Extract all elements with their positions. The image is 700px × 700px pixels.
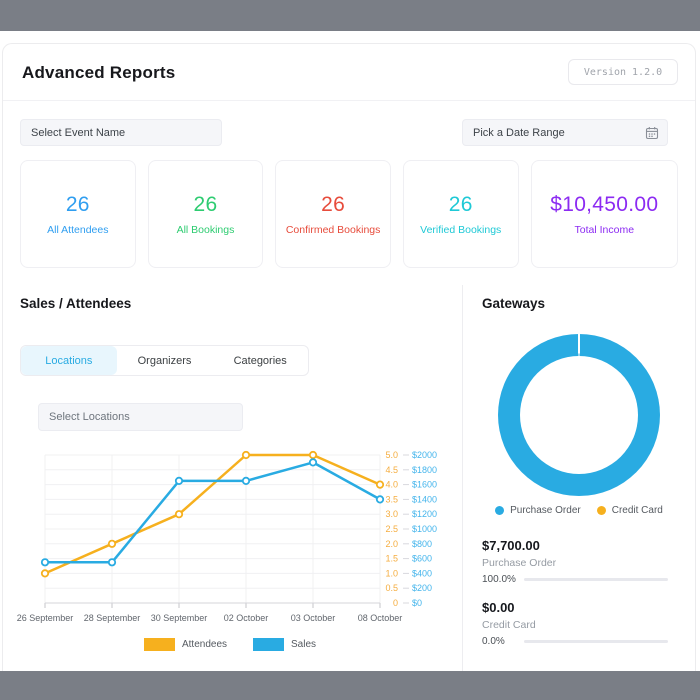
event-name-select	[20, 119, 222, 146]
svg-text:3.0: 3.0	[385, 509, 398, 519]
stat-card-all-bookings: 26 All Bookings	[148, 160, 264, 268]
svg-text:2.5: 2.5	[385, 524, 398, 534]
svg-text:$1400: $1400	[412, 494, 437, 504]
svg-text:$1800: $1800	[412, 465, 437, 475]
svg-text:$200: $200	[412, 583, 432, 593]
stat-card-all-attendees: 26 All Attendees	[20, 160, 136, 268]
line-chart-legend: Attendees Sales	[0, 638, 460, 651]
svg-text:0.5: 0.5	[385, 583, 398, 593]
donut-hole	[520, 356, 638, 474]
legend-item-attendees: Attendees	[144, 638, 227, 651]
svg-text:4.0: 4.0	[385, 480, 398, 490]
legend-item-sales: Sales	[253, 638, 316, 651]
legend-item-purchase-order: Purchase Order	[495, 505, 581, 516]
stat-label: All Bookings	[177, 224, 235, 236]
stat-card-total-income: $10,450.00 Total Income	[531, 160, 678, 268]
gateway-label: Purchase Order	[482, 557, 668, 569]
svg-text:$1000: $1000	[412, 524, 437, 534]
progress-track	[524, 578, 668, 581]
calendar-icon[interactable]	[645, 126, 659, 140]
legend-label: Credit Card	[612, 505, 663, 516]
progress-track	[524, 640, 668, 643]
gateway-amount: $0.00	[482, 600, 668, 615]
svg-text:$600: $600	[412, 554, 432, 564]
stats-row: 26 All Attendees 26 All Bookings 26 Conf…	[20, 160, 678, 268]
stat-value: 26	[66, 193, 90, 217]
svg-text:$800: $800	[412, 539, 432, 549]
date-range-picker	[462, 119, 668, 146]
stat-value: 26	[449, 193, 473, 217]
tab-categories[interactable]: Categories	[212, 346, 308, 375]
svg-text:08 October: 08 October	[358, 613, 403, 623]
stat-card-verified-bookings: 26 Verified Bookings	[403, 160, 519, 268]
gateway-row-credit-card: $0.00 Credit Card 0.0%	[482, 600, 668, 647]
header-divider	[3, 100, 695, 101]
svg-text:$400: $400	[412, 568, 432, 578]
svg-text:26 September: 26 September	[17, 613, 74, 623]
stat-label: All Attendees	[47, 224, 108, 236]
svg-text:03 October: 03 October	[291, 613, 336, 623]
gateway-percent: 0.0%	[482, 636, 516, 647]
sales-attendees-title: Sales / Attendees	[20, 296, 131, 311]
gateway-progress: 100.0%	[482, 574, 668, 585]
stat-value: $10,450.00	[550, 193, 658, 217]
advanced-reports-page: Advanced Reports Version 1.2.0 26 All At…	[0, 0, 700, 700]
stat-label: Total Income	[575, 224, 635, 236]
sales-tabs: Locations Organizers Categories	[20, 345, 309, 376]
svg-text:$1600: $1600	[412, 480, 437, 490]
svg-text:$2000: $2000	[412, 450, 437, 460]
locations-select	[38, 403, 243, 431]
svg-text:$0: $0	[412, 598, 422, 608]
svg-text:5.0: 5.0	[385, 450, 398, 460]
legend-label: Purchase Order	[510, 505, 581, 516]
svg-text:1.0: 1.0	[385, 568, 398, 578]
svg-text:1.5: 1.5	[385, 554, 398, 564]
legend-label: Sales	[291, 639, 316, 650]
gateway-label: Credit Card	[482, 619, 668, 631]
gateway-progress: 0.0%	[482, 636, 668, 647]
svg-text:28 September: 28 September	[84, 613, 141, 623]
svg-text:4.5: 4.5	[385, 465, 398, 475]
stat-label: Confirmed Bookings	[286, 224, 381, 236]
gateways-title: Gateways	[482, 296, 545, 311]
page-title: Advanced Reports	[22, 63, 175, 83]
svg-text:$1200: $1200	[412, 509, 437, 519]
stat-label: Verified Bookings	[420, 224, 501, 236]
top-chrome-bar	[0, 0, 700, 31]
attendees-swatch	[144, 638, 175, 651]
gateways-donut-chart	[498, 334, 660, 496]
svg-text:3.5: 3.5	[385, 494, 398, 504]
gateway-percent: 100.0%	[482, 574, 516, 585]
sales-swatch	[253, 638, 284, 651]
gateway-amount: $7,700.00	[482, 538, 668, 553]
legend-item-credit-card: Credit Card	[597, 505, 663, 516]
event-name-input[interactable]	[20, 119, 222, 146]
tab-locations[interactable]: Locations	[21, 346, 117, 375]
legend-label: Attendees	[182, 639, 227, 650]
svg-text:0: 0	[393, 598, 398, 608]
credit-card-dot	[597, 506, 606, 515]
donut-legend: Purchase Order Credit Card	[466, 505, 692, 516]
svg-text:2.0: 2.0	[385, 539, 398, 549]
vertical-divider	[462, 285, 463, 671]
svg-text:30 September: 30 September	[151, 613, 208, 623]
purchase-order-dot	[495, 506, 504, 515]
bottom-chrome-bar	[0, 671, 700, 700]
stat-value: 26	[321, 193, 345, 217]
tab-organizers[interactable]: Organizers	[117, 346, 213, 375]
svg-text:02 October: 02 October	[224, 613, 269, 623]
stat-value: 26	[193, 193, 217, 217]
sales-attendees-line-chart: 0 $0 0.5 $200 1.0 $400 1.5 $600 2.0 $800 2.5 $1000 3…	[0, 443, 460, 627]
gateway-row-purchase-order: $7,700.00 Purchase Order 100.0%	[482, 538, 668, 585]
version-button[interactable]: Version 1.2.0	[568, 59, 678, 85]
stat-card-confirmed-bookings: 26 Confirmed Bookings	[275, 160, 391, 268]
locations-input[interactable]	[38, 403, 243, 431]
date-range-input[interactable]	[462, 119, 668, 146]
